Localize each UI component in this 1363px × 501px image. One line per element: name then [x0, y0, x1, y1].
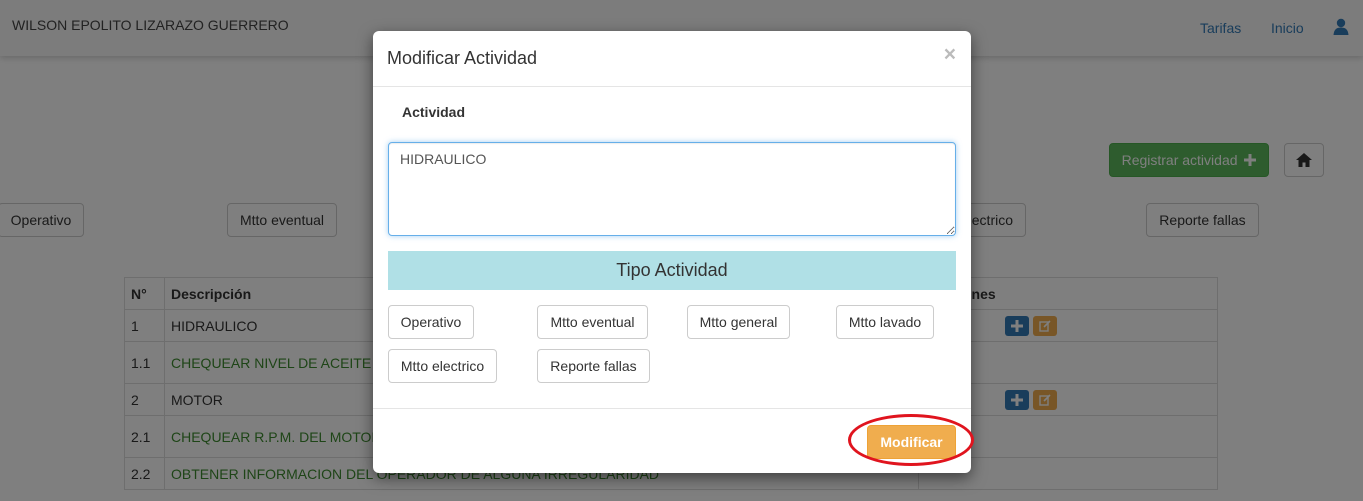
activity-textarea[interactable] — [388, 142, 956, 236]
modal-title: Modificar Actividad — [387, 48, 538, 68]
type-mtto-eventual-button[interactable]: Mtto eventual — [537, 305, 648, 339]
type-operativo-button[interactable]: Operativo — [388, 305, 474, 339]
activity-field-label: Actividad — [402, 104, 466, 120]
activity-type-header: Tipo Actividad — [388, 251, 956, 290]
type-mtto-lavado-button[interactable]: Mtto lavado — [836, 305, 934, 339]
modify-activity-modal: Modificar Actividad × Actividad Tipo Act… — [373, 31, 971, 473]
type-mtto-electrico-button[interactable]: Mtto electrico — [388, 349, 497, 383]
close-icon[interactable]: × — [944, 44, 956, 65]
type-mtto-general-button[interactable]: Mtto general — [687, 305, 790, 339]
highlight-annotation-ring — [848, 414, 974, 466]
modal-header: Modificar Actividad × — [373, 31, 971, 87]
type-reporte-fallas-button[interactable]: Reporte fallas — [537, 349, 650, 383]
